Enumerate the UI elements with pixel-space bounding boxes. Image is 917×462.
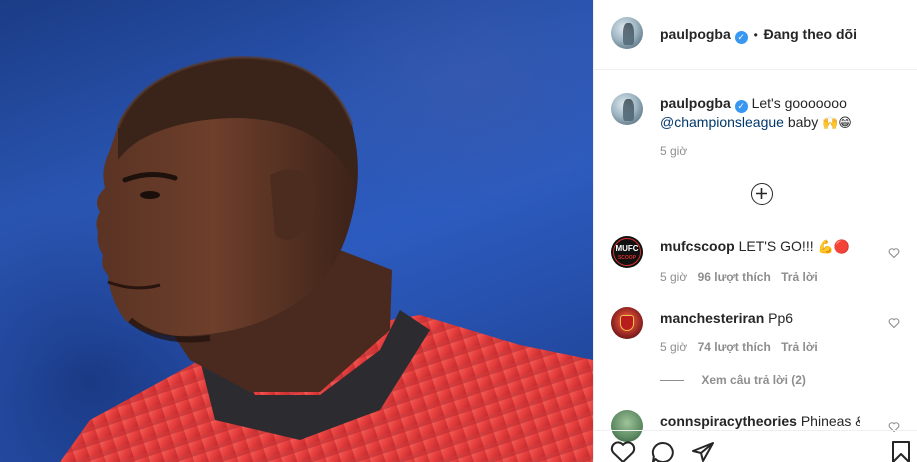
comment-time: 5 giờ <box>660 340 688 354</box>
comment-emoji: 💪🔴 <box>817 239 850 254</box>
comment-username[interactable]: manchesteriran <box>660 310 764 326</box>
bookmark-icon[interactable] <box>890 440 912 462</box>
follow-status-button[interactable]: Đang theo dõi <box>764 26 857 42</box>
comment-time: 5 giờ <box>660 270 688 284</box>
comment-text: Pp6 <box>768 310 794 326</box>
header-separator: • <box>753 28 758 42</box>
author-avatar[interactable] <box>611 17 643 49</box>
comment-like-heart-icon[interactable] <box>888 316 900 329</box>
plus-circle-icon <box>752 184 771 203</box>
reply-button[interactable]: Trả lời <box>781 270 818 284</box>
heart-icon[interactable] <box>610 440 636 462</box>
view-replies-label: Xem câu trả lời (2) <box>701 373 806 387</box>
post-header: paulpogba ✓ • Đang theo dõi <box>594 0 917 70</box>
caption: paulpogba ✓ Let's gooooooo @championslea… <box>660 94 900 158</box>
post-actions-bar <box>594 430 917 462</box>
comment-text: LET'S GO!!! <box>738 238 814 254</box>
caption-emoji: 🙌😁 <box>822 115 852 130</box>
caption-mention-link[interactable]: @championsleague <box>660 114 784 130</box>
comment-icon[interactable] <box>650 440 676 462</box>
caption-username[interactable]: paulpogba <box>660 95 731 111</box>
commenter-avatar[interactable] <box>611 307 643 339</box>
comment-likes[interactable]: 74 lượt thích <box>698 340 771 354</box>
post-photo[interactable] <box>0 0 593 462</box>
author-username[interactable]: paulpogba <box>660 26 731 42</box>
reply-button[interactable]: Trả lời <box>781 340 818 354</box>
comment-username[interactable]: connspiracytheories <box>660 413 797 429</box>
post-sidebar: paulpogba ✓ • Đang theo dõi paulpogba ✓ … <box>593 0 917 462</box>
comment-likes[interactable]: 96 lượt thích <box>698 270 771 284</box>
caption-suffix: baby <box>787 114 819 130</box>
verified-badge-icon: ✓ <box>734 100 748 113</box>
comment-like-heart-icon[interactable] <box>888 246 900 259</box>
comment-username[interactable]: mufcscoop <box>660 238 735 254</box>
commenter-avatar[interactable]: MUFC SCOOP <box>611 236 643 268</box>
caption-time: 5 giờ <box>660 144 688 158</box>
caption-text: Let's gooooooo <box>751 95 847 111</box>
photo-artwork <box>60 56 593 462</box>
caption-avatar[interactable] <box>611 93 643 125</box>
replies-divider <box>660 380 684 382</box>
view-replies-button[interactable]: Xem câu trả lời (2) <box>660 373 806 387</box>
load-more-comments-button[interactable] <box>751 183 773 205</box>
verified-badge-icon: ✓ <box>734 31 748 44</box>
share-icon[interactable] <box>690 440 716 462</box>
comment-text: Phineas & <box>800 413 860 429</box>
